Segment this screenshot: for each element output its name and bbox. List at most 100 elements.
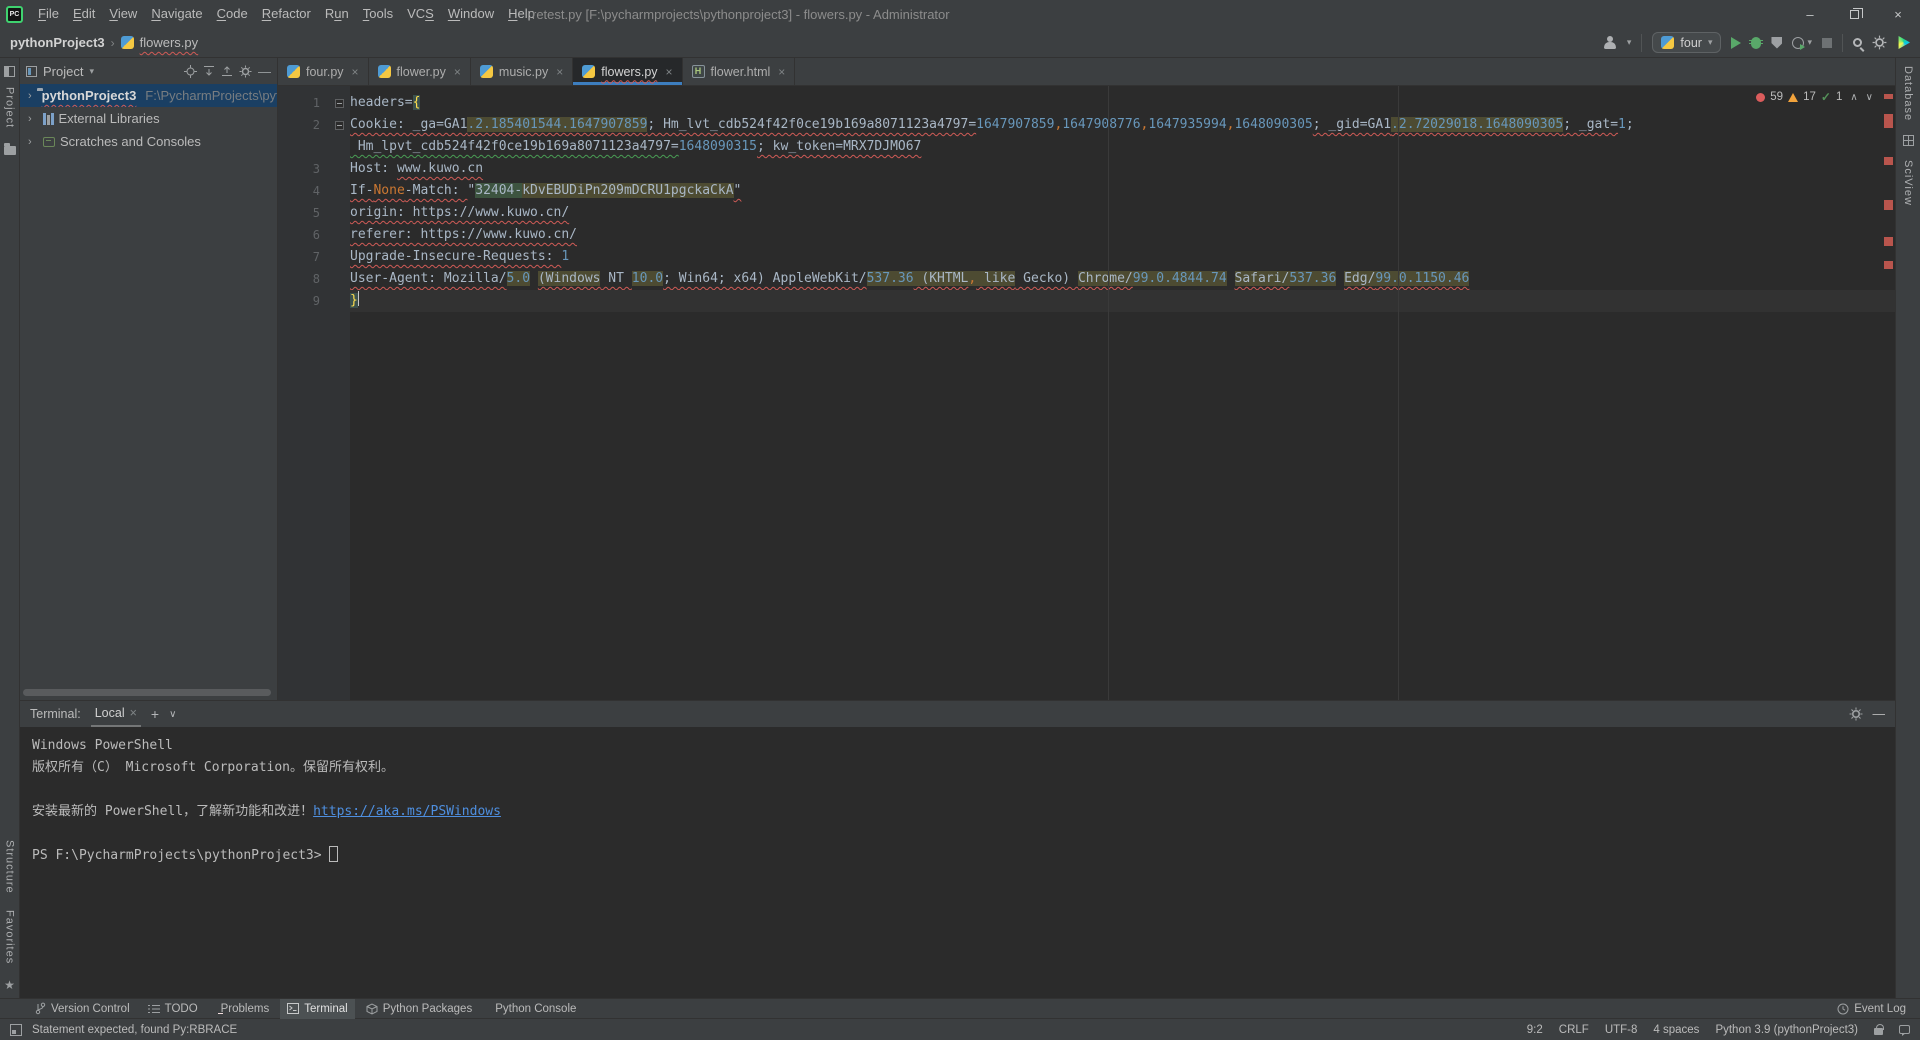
tree-item-Scratches-and-Consoles[interactable]: › Scratches and Consoles	[20, 130, 277, 153]
code-line[interactable]: 6 referer: https://www.kuwo.cn/	[278, 224, 1895, 246]
code-line[interactable]: Hm_lpvt_cdb524f42f0ce19b169a8071123a4797…	[278, 136, 1895, 158]
fold-marker-icon[interactable]	[334, 98, 344, 108]
typo-count[interactable]: 1	[1836, 91, 1842, 103]
tab-close-icon[interactable]: ×	[454, 65, 461, 79]
code-line[interactable]: 1 headers={	[278, 92, 1895, 114]
tool-window-button-terminal[interactable]: Terminal	[280, 998, 355, 1019]
minimize-button[interactable]: –	[1788, 0, 1832, 28]
tool-window-button-python-console[interactable]: Python Console	[483, 999, 583, 1019]
tab-close-icon[interactable]: ×	[352, 65, 359, 79]
menu-edit[interactable]: Edit	[66, 6, 102, 21]
tab-close-icon[interactable]: ×	[556, 65, 563, 79]
menu-run[interactable]: Run	[318, 6, 356, 21]
tool-stripe-structure[interactable]: Structure	[4, 840, 16, 894]
menu-navigate[interactable]: Navigate	[144, 6, 209, 21]
fold-marker-icon[interactable]	[334, 120, 344, 130]
search-everywhere-icon[interactable]	[1853, 38, 1862, 47]
notifications-icon[interactable]	[1899, 1025, 1910, 1036]
event-log-button[interactable]: Event Log	[1837, 1003, 1906, 1015]
code-line[interactable]: 8 User-Agent: Mozilla/5.0 (Windows NT 10.…	[278, 268, 1895, 290]
tool-window-switcher-icon[interactable]	[10, 1023, 22, 1036]
tool-stripe-favorites[interactable]: Favorites	[4, 910, 16, 964]
menu-view[interactable]: View	[102, 6, 144, 21]
code-line[interactable]: 2 Cookie: _ga=GA1.2.185401544.1647907859;…	[278, 114, 1895, 136]
tab-music.py[interactable]: music.py ×	[471, 58, 574, 85]
tool-window-button-problems[interactable]: Problems	[209, 999, 277, 1019]
horizontal-scrollbar[interactable]	[23, 689, 271, 696]
breadcrumb-file[interactable]: flowers.py	[140, 35, 199, 50]
status-message[interactable]: Statement expected, found Py:RBRACE	[32, 1024, 237, 1036]
next-problem-icon[interactable]: ∨	[1866, 92, 1873, 103]
project-panel-title[interactable]: Project	[43, 64, 83, 79]
hide-terminal-icon[interactable]: —	[1873, 707, 1886, 721]
hide-panel-icon[interactable]: —	[258, 64, 271, 79]
tree-item-External-Libraries[interactable]: › External Libraries	[20, 107, 277, 130]
terminal-output[interactable]: Windows PowerShell 版权所有（C） Microsoft Corp…	[20, 727, 1895, 998]
run-button[interactable]	[1731, 36, 1742, 49]
tab-close-icon[interactable]: ×	[666, 65, 673, 79]
warning-count[interactable]: 17	[1803, 91, 1816, 103]
status-line-separator[interactable]: CRLF	[1559, 1024, 1589, 1036]
collapse-all-icon[interactable]	[221, 65, 233, 77]
new-terminal-icon[interactable]: +	[151, 706, 159, 722]
tool-window-label: TODO	[164, 1002, 198, 1015]
tool-stripe-sciview[interactable]: SciView	[1902, 160, 1914, 206]
menu-tools[interactable]: Tools	[356, 6, 400, 21]
panel-settings-gear-icon[interactable]	[239, 65, 252, 78]
run-configuration-select[interactable]: four ▾	[1652, 32, 1722, 53]
star-icon[interactable]: ★	[4, 978, 15, 992]
chevron-right-icon[interactable]: ›	[28, 113, 38, 125]
tree-item-path: F:\PycharmProjects\pythonPro	[145, 88, 277, 103]
tab-four.py[interactable]: four.py ×	[278, 58, 369, 85]
status-interpreter[interactable]: Python 3.9 (pythonProject3)	[1715, 1024, 1858, 1036]
tool-stripe-project[interactable]: Project	[4, 87, 16, 128]
locate-file-icon[interactable]	[184, 64, 197, 78]
chevron-right-icon[interactable]: ›	[28, 90, 32, 102]
menu-code[interactable]: Code	[210, 6, 255, 21]
code-line[interactable]: 5 origin: https://www.kuwo.cn/	[278, 202, 1895, 224]
settings-gear-icon[interactable]	[1872, 35, 1887, 50]
status-indent[interactable]: 4 spaces	[1653, 1024, 1699, 1036]
lock-icon[interactable]	[1874, 1024, 1884, 1035]
tool-window-button-todo[interactable]: TODO	[141, 999, 205, 1019]
debug-button[interactable]	[1749, 36, 1764, 49]
tab-flowers.py[interactable]: flowers.py ×	[573, 58, 683, 85]
code-line[interactable]: 4 If-None-Match: " 32404-kDvEBUDiPn209mDCR…	[278, 180, 1895, 202]
commit-tool-icon[interactable]	[3, 143, 16, 156]
error-stripe[interactable]	[1882, 86, 1895, 700]
tab-close-icon[interactable]: ×	[130, 706, 137, 720]
tool-window-button-python-packages[interactable]: Python Packages	[359, 999, 480, 1019]
terminal-settings-gear-icon[interactable]	[1849, 707, 1863, 721]
tool-stripe-database[interactable]: Database	[1902, 66, 1914, 121]
profile-dropdown-icon[interactable]	[1603, 36, 1617, 49]
close-button[interactable]: ×	[1876, 0, 1920, 28]
profiler-button[interactable]	[1792, 36, 1806, 50]
terminal-link[interactable]: https://aka.ms/PSWindows	[313, 804, 501, 819]
chevron-down-icon[interactable]: ∨	[169, 709, 176, 720]
maximize-button[interactable]	[1832, 0, 1876, 28]
editor-body[interactable]: 1 headers={2 Cookie: _ga=GA1.2.185401544.1…	[278, 86, 1895, 700]
status-caret-position[interactable]: 9:2	[1527, 1024, 1543, 1036]
run-with-coverage-button[interactable]	[1771, 36, 1783, 49]
terminal-tab-local[interactable]: Local ×	[90, 701, 141, 727]
menu-vcs[interactable]: VCS	[400, 6, 441, 21]
chevron-right-icon[interactable]: ›	[28, 136, 38, 148]
tree-item-pythonProject3[interactable]: › pythonProject3 F:\PycharmProjects\python…	[20, 84, 277, 107]
code-line[interactable]: 3 Host: www.kuwo.cn	[278, 158, 1895, 180]
chevron-down-icon[interactable]: ▾	[89, 66, 94, 77]
error-count[interactable]: 59	[1770, 91, 1783, 103]
code-line[interactable]: 7 Upgrade-Insecure-Requests: 1	[278, 246, 1895, 268]
menu-file[interactable]: File	[31, 6, 66, 21]
menu-refactor[interactable]: Refactor	[255, 6, 318, 21]
status-encoding[interactable]: UTF-8	[1605, 1024, 1638, 1036]
breadcrumb-project[interactable]: pythonProject3	[10, 35, 105, 50]
code-line[interactable]: 9}	[278, 290, 1895, 312]
previous-problem-icon[interactable]: ∧	[1850, 92, 1857, 103]
ide-features-icon[interactable]	[1898, 36, 1910, 49]
tab-close-icon[interactable]: ×	[778, 65, 785, 79]
expand-all-icon[interactable]	[203, 65, 215, 77]
tab-flower.html[interactable]: Hflower.html ×	[683, 58, 796, 85]
menu-window[interactable]: Window	[441, 6, 501, 21]
tab-flower.py[interactable]: flower.py ×	[369, 58, 471, 85]
tool-window-button-version-control[interactable]: Version Control	[28, 999, 137, 1019]
